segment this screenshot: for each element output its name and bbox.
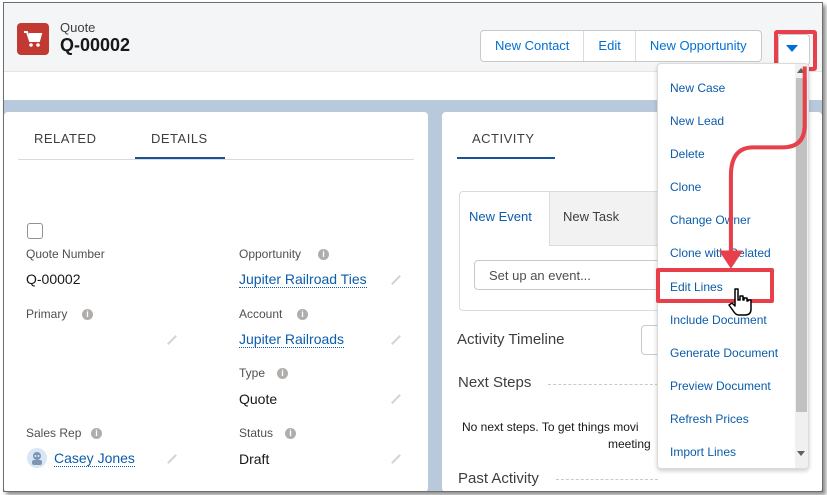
edit-button[interactable]: Edit bbox=[584, 31, 636, 61]
divider bbox=[556, 479, 658, 480]
menu-item-refresh-prices[interactable]: Refresh Prices bbox=[670, 412, 749, 426]
status-label: Status bbox=[239, 426, 274, 440]
info-icon[interactable]: i bbox=[297, 309, 308, 320]
menu-item-change-owner[interactable]: Change Owner bbox=[670, 213, 751, 227]
edit-lines-highlight bbox=[656, 268, 774, 303]
primary-label: Primary bbox=[26, 307, 68, 321]
account-label: Account bbox=[239, 307, 283, 321]
tab-activity[interactable]: ACTIVITY bbox=[472, 131, 535, 146]
edit-pencil-icon[interactable] bbox=[391, 275, 401, 285]
new-contact-button[interactable]: New Contact bbox=[481, 31, 585, 61]
new-opportunity-button[interactable]: New Opportunity bbox=[636, 31, 761, 61]
menu-item-new-lead[interactable]: New Lead bbox=[670, 114, 724, 128]
action-button-group: New Contact Edit New Opportunity bbox=[480, 30, 762, 62]
edit-pencil-icon[interactable] bbox=[167, 335, 177, 345]
tab-activity-underline bbox=[457, 157, 555, 159]
next-steps-empty-text-2: meeting bbox=[608, 437, 651, 451]
primary-checkbox[interactable] bbox=[27, 223, 43, 239]
avatar bbox=[27, 448, 47, 468]
status-value: Draft bbox=[239, 451, 270, 467]
past-activity-title[interactable]: Past Activity bbox=[458, 470, 539, 487]
type-value: Quote bbox=[239, 391, 278, 407]
next-steps-empty-text: No next steps. To get things movi bbox=[462, 420, 639, 434]
tab-new-task[interactable]: New Task bbox=[563, 209, 619, 224]
type-label: Type bbox=[239, 366, 266, 380]
menu-item-clone[interactable]: Clone bbox=[670, 180, 701, 194]
actions-dropdown-menu: New Case New Lead Delete Clone Change Ow… bbox=[657, 63, 809, 469]
divider bbox=[548, 384, 658, 385]
scroll-down-icon[interactable] bbox=[797, 451, 805, 456]
tab-details[interactable]: DETAILS bbox=[151, 131, 208, 146]
menu-item-generate-document[interactable]: Generate Document bbox=[670, 346, 778, 360]
sales-rep-link[interactable]: Casey Jones bbox=[54, 451, 135, 467]
details-card: RELATED DETAILS Quote Number Q-00002 Opp… bbox=[4, 112, 428, 491]
quote-number-value: Q-00002 bbox=[26, 271, 81, 287]
next-steps-title[interactable]: Next Steps bbox=[458, 374, 531, 391]
info-icon[interactable]: i bbox=[318, 249, 329, 260]
hand-cursor-icon bbox=[727, 287, 753, 322]
menu-item-clone-with-related[interactable]: Clone with Related bbox=[670, 246, 771, 260]
menu-scrollbar[interactable] bbox=[795, 64, 808, 468]
page-title: Q-00002 bbox=[60, 35, 131, 55]
info-icon[interactable]: i bbox=[91, 428, 102, 439]
app-frame: Quote Q-00002 New Contact Edit New Oppor… bbox=[3, 2, 823, 492]
opportunity-link[interactable]: Jupiter Railroad Ties bbox=[239, 272, 367, 288]
info-icon[interactable]: i bbox=[285, 428, 296, 439]
sales-rep-label: Sales Rep bbox=[26, 426, 82, 440]
menu-item-new-case[interactable]: New Case bbox=[670, 81, 725, 95]
edit-pencil-icon[interactable] bbox=[167, 454, 177, 464]
quote-number-label: Quote Number bbox=[26, 247, 105, 261]
menu-item-preview-document[interactable]: Preview Document bbox=[670, 379, 771, 393]
info-icon[interactable]: i bbox=[277, 368, 288, 379]
edit-pencil-icon[interactable] bbox=[391, 335, 401, 345]
edit-pencil-icon[interactable] bbox=[391, 394, 401, 404]
scroll-up-icon[interactable] bbox=[797, 68, 805, 73]
tab-new-event[interactable]: New Event bbox=[469, 209, 532, 224]
edit-pencil-icon[interactable] bbox=[391, 454, 401, 464]
cart-icon bbox=[17, 23, 49, 55]
menu-item-import-lines[interactable]: Import Lines bbox=[670, 445, 736, 459]
menu-item-delete[interactable]: Delete bbox=[670, 147, 705, 161]
activity-timeline-title: Activity Timeline bbox=[457, 331, 565, 348]
account-link[interactable]: Jupiter Railroads bbox=[239, 332, 345, 348]
opportunity-label: Opportunity bbox=[239, 247, 302, 261]
info-icon[interactable]: i bbox=[82, 309, 93, 320]
event-input[interactable]: Set up an event... bbox=[474, 260, 664, 290]
tab-related[interactable]: RELATED bbox=[34, 131, 97, 146]
object-type-label: Quote bbox=[60, 20, 96, 35]
tab-details-underline bbox=[135, 157, 225, 159]
tab-divider bbox=[18, 159, 414, 160]
scrollbar-thumb[interactable] bbox=[796, 78, 807, 412]
